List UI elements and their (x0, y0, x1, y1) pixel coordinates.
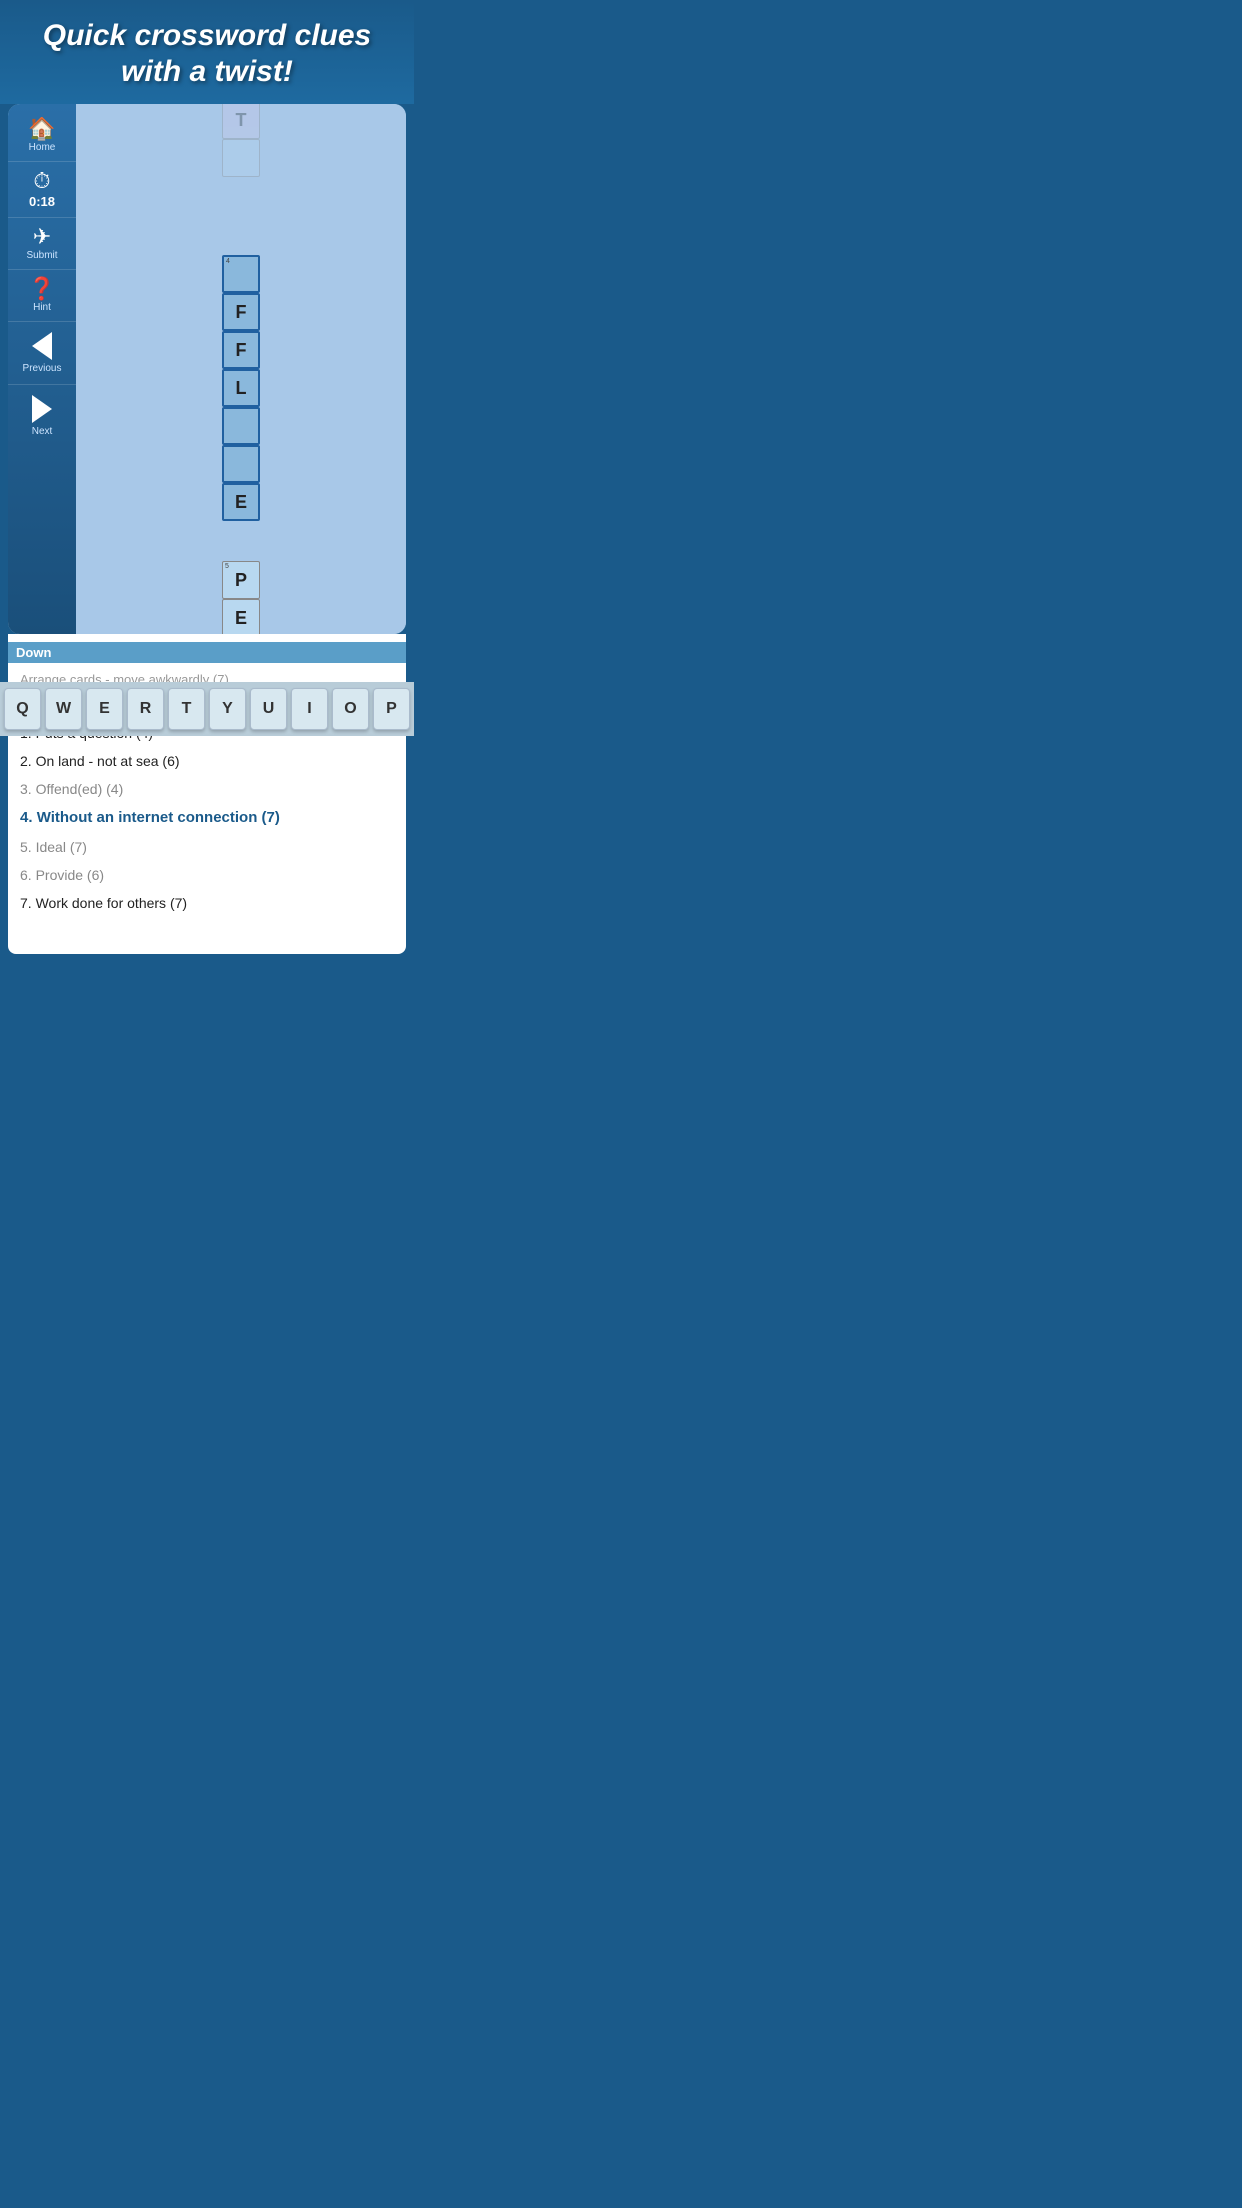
clue-item-7[interactable]: 7. Work done for others (7) (20, 889, 394, 917)
grid-cell-active[interactable]: L (222, 369, 260, 407)
submit-icon: ✈ (33, 226, 51, 248)
clue-number-4: 4. (20, 809, 37, 826)
hint-icon: ❓ (28, 278, 55, 300)
clue-item-4[interactable]: 4. Without an internet connection (7) (20, 803, 394, 833)
sidebar-item-timer: ⏱ 0:18 (8, 162, 76, 218)
clue-text-7: Work done for others (7) (36, 895, 187, 911)
puzzle-area: ★ ★ ★ ★ ★ ★ ★ ★ ★ ★ ★ ★ ★ ★ ★ ★ ★ ★ ★ ★ (76, 104, 406, 634)
key-u[interactable]: U (250, 688, 287, 730)
clue-item-3[interactable]: 3. Offend(ed) (4) (20, 775, 394, 803)
clue-number-5: 5. (20, 839, 36, 855)
app-header: Quick crossword clues with a twist! (0, 0, 414, 104)
next-label: Next (32, 426, 53, 437)
next-icon (32, 395, 52, 423)
sidebar-item-submit[interactable]: ✈ Submit (8, 218, 76, 270)
clue-text-6: Provide (6) (36, 867, 104, 883)
grid-row-3: 3 H U R T (222, 104, 260, 215)
submit-label: Submit (26, 250, 57, 261)
grid-row-4: 4 F F L E (222, 217, 260, 521)
grid-table: 1 S S 2 S H E (220, 104, 262, 634)
key-t[interactable]: T (168, 688, 205, 730)
key-e[interactable]: E (86, 688, 123, 730)
key-w[interactable]: W (45, 688, 82, 730)
previous-icon (32, 332, 52, 360)
grid-cell-active[interactable]: E (222, 483, 260, 521)
clue-item-6[interactable]: 6. Provide (6) (20, 861, 394, 889)
clue-number-7: 7. (20, 895, 36, 911)
clue-text-5: Ideal (7) (36, 839, 87, 855)
grid-cell[interactable]: 5P (222, 561, 260, 599)
clock-icon: ⏱ (33, 170, 50, 192)
key-i[interactable]: I (291, 688, 328, 730)
key-o[interactable]: O (332, 688, 369, 730)
down-header: Down (8, 642, 406, 663)
key-p[interactable]: P (373, 688, 410, 730)
sidebar-item-hint[interactable]: ❓ Hint (8, 270, 76, 322)
clue-text-2: On land - not at sea (6) (36, 753, 180, 769)
hint-label: Hint (33, 302, 51, 313)
key-y[interactable]: Y (209, 688, 246, 730)
app-title: Quick crossword clues with a twist! (20, 18, 394, 90)
sidebar-item-next[interactable]: Next (8, 385, 76, 447)
cell-empty (222, 177, 260, 215)
key-q[interactable]: Q (4, 688, 41, 730)
grid-cell-active[interactable]: F (222, 293, 260, 331)
clue-text-3: Offend(ed) (4) (36, 781, 124, 797)
cell-empty (222, 523, 260, 561)
main-area: 🏠 Home ⏱ 0:18 ✈ Submit ❓ Hint Previous N… (8, 104, 406, 634)
grid-cell-active[interactable] (222, 445, 260, 483)
crossword-grid: ★ ★ ★ ★ ★ ★ ★ ★ ★ ★ ★ ★ ★ ★ ★ ★ ★ ★ ★ ★ (220, 104, 262, 634)
grid-cell[interactable] (222, 139, 260, 177)
clue-text-4: Without an internet connection (7) (37, 809, 280, 826)
previous-label: Previous (23, 363, 62, 374)
grid-cell-active[interactable] (222, 407, 260, 445)
keyboard: Q W E R T Y U I O P (0, 682, 414, 736)
sidebar-item-home[interactable]: 🏠 Home (8, 110, 76, 162)
grid-cell[interactable]: T (222, 104, 260, 139)
clue-number-3: 3. (20, 781, 36, 797)
cell-empty (222, 217, 260, 255)
timer-display: 0:18 (29, 194, 55, 209)
grid-cell-active[interactable]: 4 (222, 255, 260, 293)
grid-cell[interactable]: E (222, 599, 260, 634)
sidebar: 🏠 Home ⏱ 0:18 ✈ Submit ❓ Hint Previous N… (8, 104, 76, 634)
sidebar-item-previous[interactable]: Previous (8, 322, 76, 385)
clue-item-5[interactable]: 5. Ideal (7) (20, 833, 394, 861)
grid-cell-active[interactable]: F (222, 331, 260, 369)
grid-row-5: 5P E R F E C T (222, 523, 260, 634)
clue-item-2[interactable]: 2. On land - not at sea (6) (20, 747, 394, 775)
key-r[interactable]: R (127, 688, 164, 730)
clue-number-2: 2. (20, 753, 36, 769)
clue-number-6: 6. (20, 867, 36, 883)
home-label: Home (29, 142, 56, 153)
home-icon: 🏠 (28, 118, 55, 140)
